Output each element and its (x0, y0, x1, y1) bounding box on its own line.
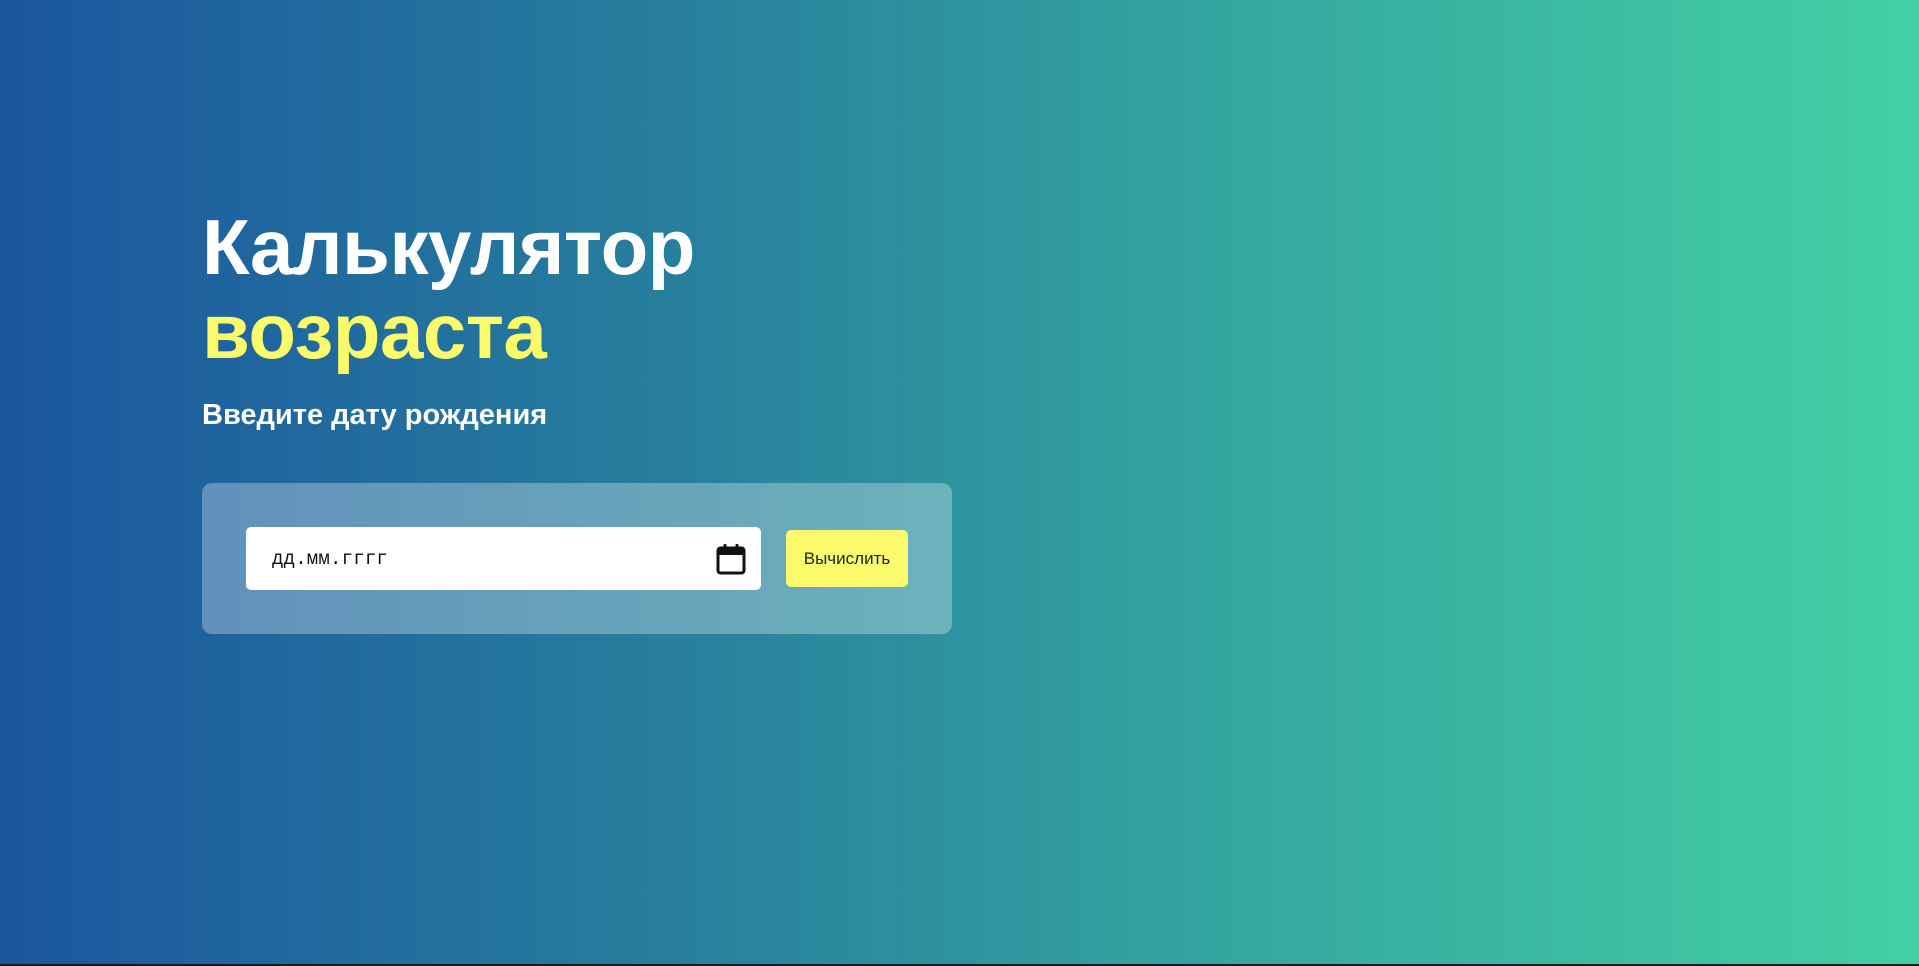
page-background: Калькулятор возраста Введите дату рожден… (0, 0, 1919, 964)
page-subtitle: Введите дату рождения (202, 399, 548, 431)
page-title-line1: Калькулятор (202, 203, 695, 291)
page-title: Калькулятор возраста (202, 205, 1002, 373)
hero-section: Калькулятор возраста (202, 205, 1002, 373)
birthdate-input[interactable]: дд.мм.гггг (246, 527, 761, 590)
calendar-icon[interactable] (715, 542, 747, 576)
birthdate-placeholder[interactable]: дд.мм.гггг (272, 548, 715, 570)
calculator-panel: дд.мм.гггг Вычислить (202, 483, 952, 634)
calculate-button[interactable]: Вычислить (786, 530, 908, 587)
page-title-accent: возраста (202, 287, 547, 375)
